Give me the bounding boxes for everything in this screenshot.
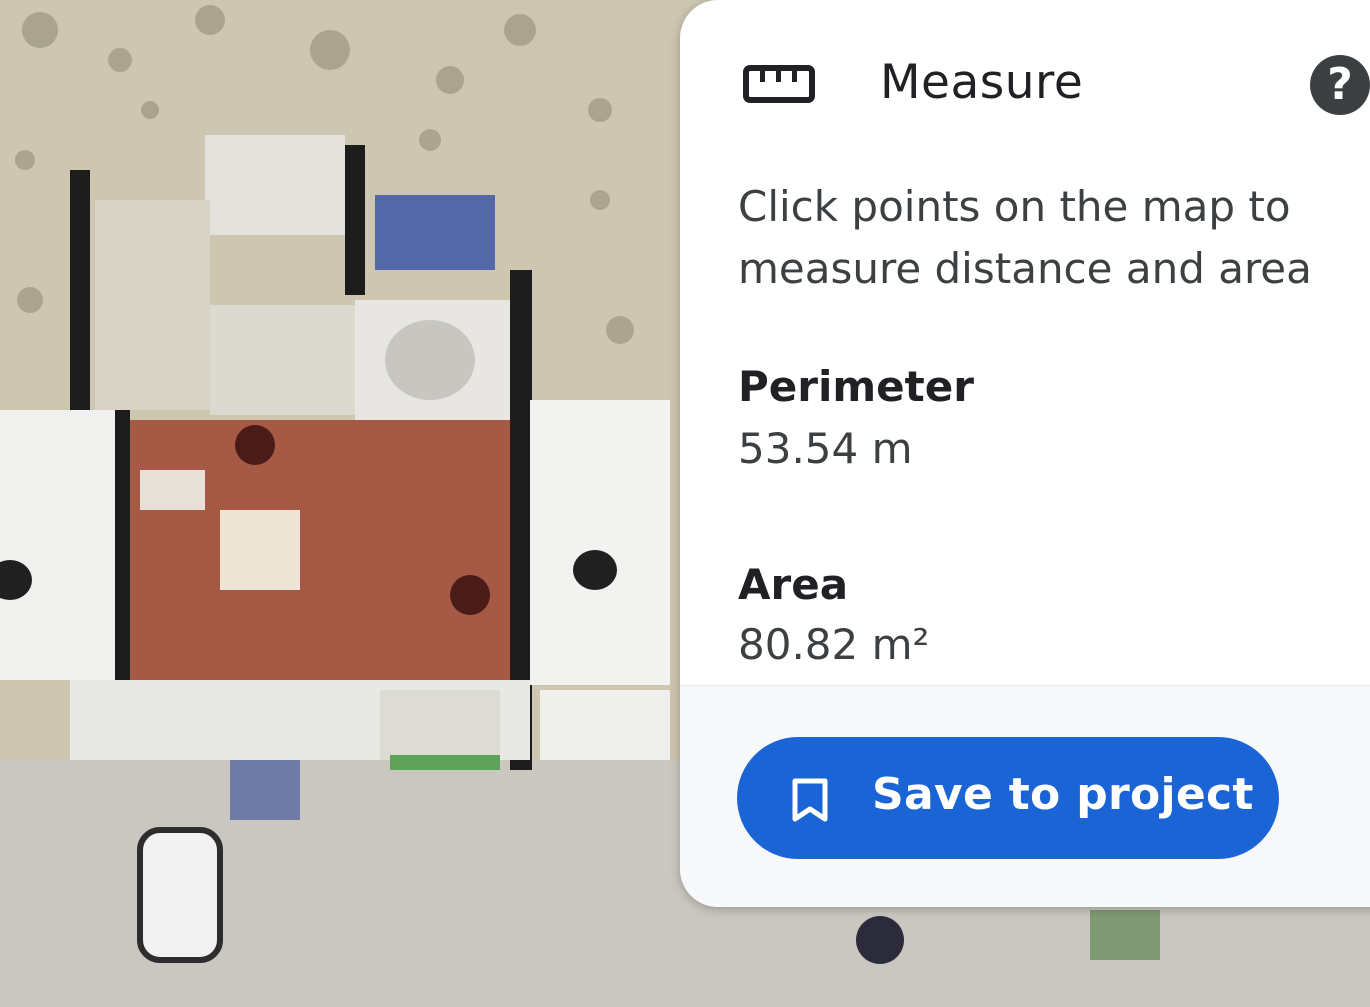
area-value: 80.82 m² <box>738 620 930 669</box>
measure-panel: Measure ? Click points on the map to mea… <box>680 0 1370 907</box>
save-button-label: Save to project <box>872 769 1254 820</box>
bookmark-icon <box>792 778 828 822</box>
save-to-project-button[interactable]: Save to project <box>737 737 1279 859</box>
area-label: Area <box>738 560 849 609</box>
panel-title: Measure <box>880 55 1084 110</box>
instruction-text: Click points on the map to measure dista… <box>738 182 1312 293</box>
perimeter-label: Perimeter <box>738 362 974 411</box>
panel-footer: Save to project <box>680 685 1370 907</box>
ruler-icon <box>743 65 815 103</box>
help-icon[interactable]: ? <box>1310 55 1370 115</box>
perimeter-value: 53.54 m <box>738 424 913 473</box>
panel-header: Measure ? <box>680 0 1370 170</box>
